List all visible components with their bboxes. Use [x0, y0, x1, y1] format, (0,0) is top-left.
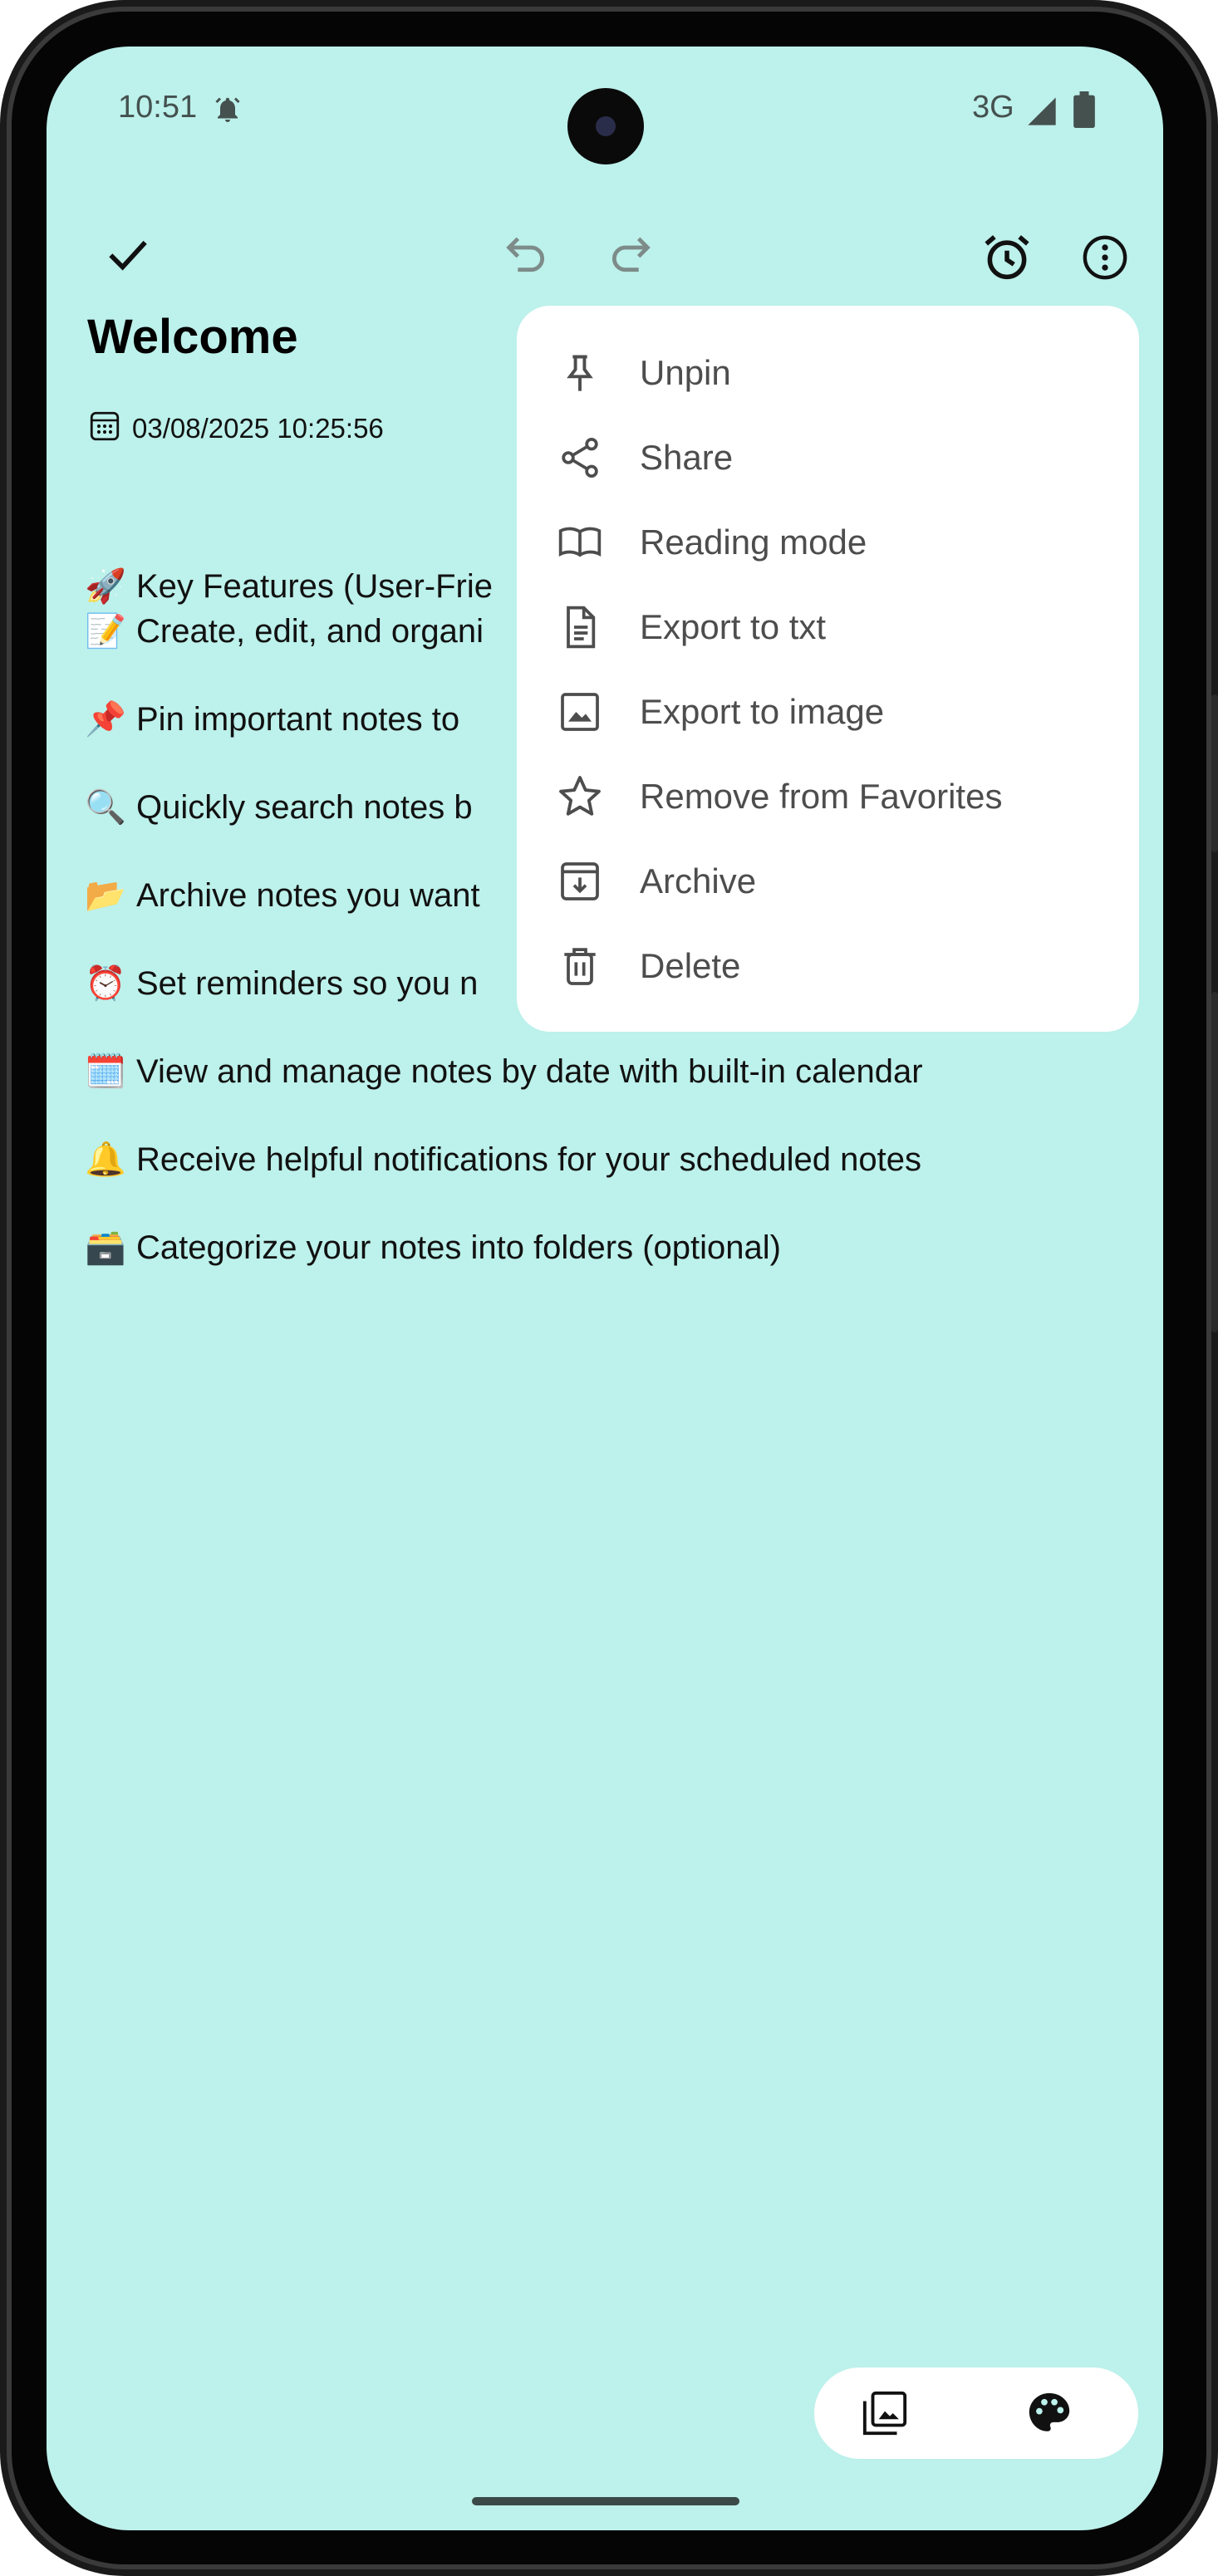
screen: 10:51 3G Welcome 03/08/2025 10:25:56 🚀 Ke… [47, 47, 1163, 2530]
note-line[interactable]: ⏰ Set reminders so you n [85, 964, 478, 1003]
pushpin-emoji: 📌 [85, 700, 126, 738]
document-icon [555, 602, 605, 652]
network-type: 3G [972, 90, 1014, 125]
menu-label: Archive [640, 861, 757, 900]
bell-emoji: 🔔 [85, 1141, 126, 1179]
note-line-text: Set reminders so you n [136, 965, 479, 1002]
note-line-text: View and manage notes by date with built… [136, 1053, 923, 1090]
menu-item-export-txt[interactable]: Export to txt [517, 585, 1139, 670]
note-date: 03/08/2025 10:25:56 [132, 412, 384, 444]
more-options-icon[interactable] [1070, 223, 1140, 292]
menu-item-delete[interactable]: Delete [517, 924, 1139, 1008]
note-line-text: Categorize your notes into folders (opti… [136, 1229, 781, 1266]
note-line-text: Pin important notes to [136, 701, 460, 738]
menu-item-remove-favorites[interactable]: Remove from Favorites [517, 754, 1139, 839]
side-button [1211, 694, 1218, 852]
note-line[interactable]: 📌 Pin important notes to [85, 699, 459, 738]
menu-label: Unpin [640, 353, 731, 392]
folder-emoji: 📂 [85, 876, 126, 915]
bottom-toolbar [814, 2367, 1138, 2459]
note-line-text: Archive notes you want [136, 877, 480, 914]
calendar-icon [87, 409, 122, 448]
note-line[interactable]: 📝 Create, edit, and organi [85, 611, 484, 650]
calendar-emoji: 🗓️ [85, 1052, 126, 1091]
note-line[interactable]: 🔔 Receive helpful notifications for your … [85, 1140, 921, 1179]
note-line-text: Create, edit, and organi [136, 613, 484, 650]
alarm-clock-icon[interactable] [972, 223, 1042, 292]
menu-label: Reading mode [640, 523, 867, 562]
card-box-emoji: 🗃️ [85, 1229, 126, 1267]
magnifier-emoji: 🔍 [85, 788, 126, 827]
front-camera [567, 88, 644, 164]
home-indicator[interactable] [472, 2497, 739, 2505]
menu-item-reading-mode[interactable]: Reading mode [517, 500, 1139, 585]
star-icon [555, 772, 605, 822]
note-line[interactable]: 🔍 Quickly search notes b [85, 788, 473, 827]
alarm-clock-emoji: ⏰ [85, 964, 126, 1003]
archive-icon [555, 856, 605, 906]
trash-icon [555, 941, 605, 991]
menu-label: Export to image [640, 692, 885, 731]
rocket-emoji: 🚀 [85, 567, 126, 606]
side-button [1211, 992, 1218, 1332]
menu-label: Remove from Favorites [640, 777, 1003, 816]
note-line-text: Key Features (User-Frie [136, 568, 493, 605]
signal-icon [1025, 95, 1058, 132]
book-icon [555, 518, 605, 567]
note-line-text: Receive helpful notifications for your s… [136, 1141, 921, 1178]
note-line[interactable]: 🗃️ Categorize your notes into folders (op… [85, 1228, 781, 1267]
note-line[interactable]: 🚀 Key Features (User-Frie [85, 567, 493, 606]
menu-item-export-image[interactable]: Export to image [517, 670, 1139, 754]
note-line[interactable]: 📂 Archive notes you want [85, 876, 480, 915]
undo-icon[interactable] [492, 219, 562, 289]
check-icon[interactable] [95, 221, 161, 287]
menu-item-unpin[interactable]: Unpin [517, 331, 1139, 415]
menu-label: Share [640, 438, 734, 477]
note-date-row: 03/08/2025 10:25:56 [87, 409, 384, 448]
options-menu: Unpin Share Reading mode Export to txt E… [517, 306, 1139, 1032]
menu-label: Export to txt [640, 607, 827, 646]
menu-item-archive[interactable]: Archive [517, 839, 1139, 924]
gallery-icon[interactable] [857, 2386, 912, 2441]
pin-icon [555, 348, 605, 398]
palette-icon[interactable] [1022, 2386, 1077, 2441]
note-line-text: Quickly search notes b [136, 789, 473, 826]
menu-label: Delete [640, 946, 741, 985]
image-icon [555, 687, 605, 737]
menu-item-share[interactable]: Share [517, 415, 1139, 500]
note-title[interactable]: Welcome [87, 309, 298, 365]
status-time: 10:51 [118, 90, 198, 125]
memo-emoji: 📝 [85, 612, 126, 650]
share-icon [555, 433, 605, 483]
note-line[interactable]: 🗓️ View and manage notes by date with bui… [85, 1052, 923, 1091]
alarm-bell-icon [213, 95, 243, 129]
redo-icon[interactable] [595, 219, 665, 289]
battery-icon [1073, 91, 1095, 132]
